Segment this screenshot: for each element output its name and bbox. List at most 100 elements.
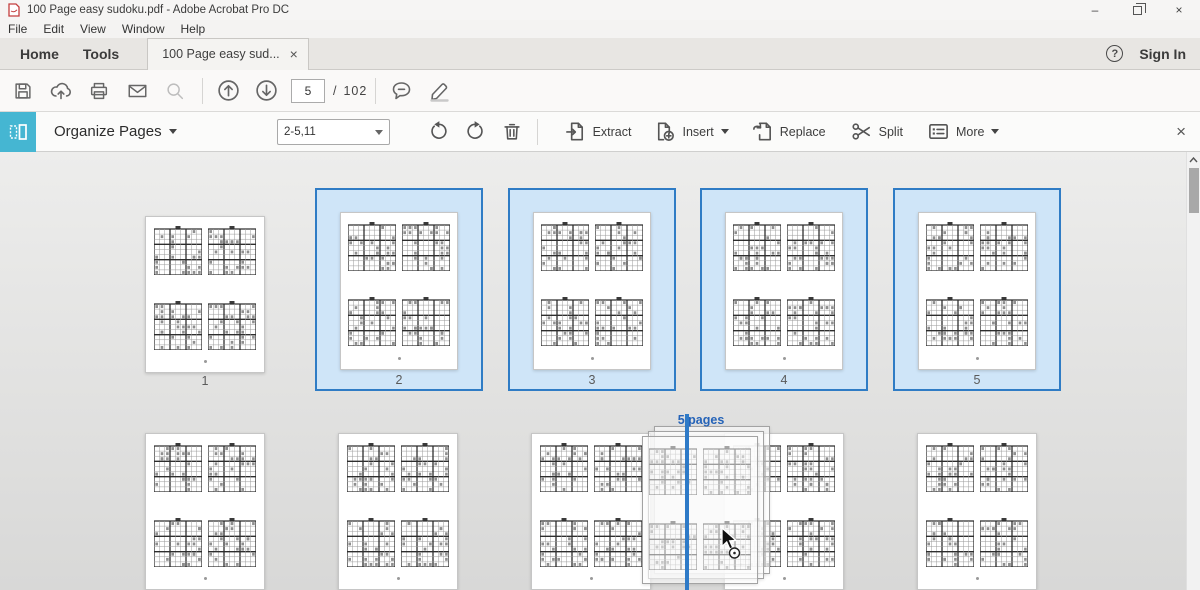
menu-window[interactable]: Window — [114, 22, 173, 36]
page-footer-mark — [204, 577, 207, 580]
title-bar: 100 Page easy sudoku.pdf - Adobe Acrobat… — [0, 0, 1200, 20]
page-number-label: 5 — [895, 373, 1059, 387]
menu-file[interactable]: File — [0, 22, 35, 36]
page-thumbnail[interactable] — [338, 433, 458, 590]
sudoku-grid — [926, 518, 974, 567]
menu-edit[interactable]: Edit — [35, 22, 72, 36]
organize-pages-toolbar: Organize Pages Extract Insert Replace — [0, 112, 1200, 152]
sudoku-grid — [926, 443, 974, 492]
scroll-up-icon[interactable] — [1187, 152, 1200, 167]
sudoku-grid — [348, 297, 396, 346]
search-icon[interactable] — [162, 78, 188, 104]
page-count-separator: / — [333, 84, 337, 98]
sudoku-grid — [401, 518, 449, 567]
close-window-button[interactable]: × — [1158, 0, 1200, 20]
page-footer-mark — [590, 577, 593, 580]
help-icon[interactable]: ? — [1106, 45, 1123, 62]
page-thumbnail-1[interactable] — [145, 216, 265, 373]
extract-label: Extract — [593, 125, 632, 139]
sudoku-grid — [787, 518, 835, 567]
sudoku-grid — [541, 297, 589, 346]
page-range-combo[interactable] — [277, 119, 390, 145]
tab-tools[interactable]: Tools — [79, 46, 123, 62]
page-thumbnail[interactable] — [917, 433, 1037, 590]
sudoku-grid — [154, 301, 202, 350]
close-organize-pages-icon[interactable]: × — [1176, 112, 1186, 152]
sudoku-grid-group — [146, 217, 264, 350]
page-footer-mark — [591, 357, 594, 360]
sudoku-grid — [208, 443, 256, 492]
tab-document[interactable]: 100 Page easy sud... × — [147, 38, 309, 70]
sudoku-grid — [154, 443, 202, 492]
page-footer-mark — [783, 577, 786, 580]
share-upload-icon[interactable] — [48, 78, 74, 104]
rotate-left-button[interactable] — [427, 120, 450, 143]
previous-page-icon[interactable] — [215, 78, 241, 104]
split-button[interactable]: Split — [850, 120, 903, 143]
chevron-down-icon[interactable] — [375, 130, 383, 135]
delete-pages-button[interactable] — [501, 120, 523, 143]
page-thumbnail[interactable] — [340, 212, 458, 370]
menu-help[interactable]: Help — [173, 22, 214, 36]
scrollbar-thumb[interactable] — [1189, 168, 1199, 213]
vertical-scrollbar[interactable] — [1186, 152, 1200, 590]
chevron-down-icon — [169, 129, 177, 134]
selected-page-2[interactable]: 2 — [315, 188, 483, 391]
sudoku-grid — [926, 297, 974, 346]
page-thumbnail[interactable] — [533, 212, 651, 370]
toolbar-separator — [537, 119, 538, 145]
sudoku-grid — [208, 518, 256, 567]
sudoku-grid — [980, 518, 1028, 567]
email-icon[interactable] — [124, 78, 150, 104]
print-icon[interactable] — [86, 78, 112, 104]
chevron-down-icon — [721, 129, 729, 134]
chevron-down-icon — [991, 129, 999, 134]
sudoku-grid — [402, 222, 450, 271]
comment-icon[interactable] — [388, 78, 414, 104]
highlighter-icon[interactable] — [426, 78, 452, 104]
replace-button[interactable]: Replace — [751, 120, 826, 143]
sudoku-grid — [787, 443, 835, 492]
page-thumbnail[interactable] — [531, 433, 651, 590]
sudoku-grid-group — [726, 213, 842, 346]
organize-pages-menu[interactable]: Organize Pages — [54, 123, 177, 140]
sudoku-grid — [980, 443, 1028, 492]
next-page-icon[interactable] — [253, 78, 279, 104]
tab-home[interactable]: Home — [16, 46, 63, 62]
close-tab-icon[interactable]: × — [290, 46, 298, 62]
page-range-input[interactable] — [284, 126, 370, 138]
menu-view[interactable]: View — [72, 22, 114, 36]
insert-button[interactable]: Insert — [653, 120, 728, 143]
more-button[interactable]: More — [927, 120, 999, 143]
sudoku-grid-group — [534, 213, 650, 346]
toolbar-separator — [375, 78, 376, 104]
sudoku-grid — [540, 518, 588, 567]
selected-page-4[interactable]: 4 — [700, 188, 868, 391]
sudoku-grid — [733, 297, 781, 346]
page-thumbnail[interactable] — [725, 212, 843, 370]
sudoku-grid — [595, 297, 643, 346]
sudoku-grid — [348, 222, 396, 271]
page-number-input[interactable] — [291, 79, 325, 103]
sudoku-grid — [649, 521, 697, 570]
sudoku-grid-group — [341, 213, 457, 346]
save-icon[interactable] — [10, 78, 36, 104]
selected-page-5[interactable]: 5 — [893, 188, 1061, 391]
rotate-right-button[interactable] — [464, 120, 487, 143]
minimize-button[interactable]: – — [1074, 0, 1116, 20]
extract-button[interactable]: Extract — [564, 120, 632, 143]
selected-page-3[interactable]: 3 — [508, 188, 676, 391]
page-thumbnail[interactable] — [145, 433, 265, 590]
sign-in-link[interactable]: Sign In — [1139, 46, 1186, 62]
sudoku-grid — [980, 222, 1028, 271]
page-footer-mark — [398, 357, 401, 360]
tab-document-label: 100 Page easy sud... — [162, 47, 279, 61]
sudoku-grid-group — [146, 434, 264, 567]
sudoku-grid — [540, 443, 588, 492]
sudoku-grid-group — [532, 434, 650, 567]
page-thumbnail[interactable] — [918, 212, 1036, 370]
restore-button[interactable] — [1116, 0, 1158, 20]
document-canvas: 5 pages 12345 — [0, 152, 1200, 590]
tab-bar: Home Tools 100 Page easy sud... × ? Sign… — [0, 38, 1200, 70]
sudoku-grid — [154, 226, 202, 275]
